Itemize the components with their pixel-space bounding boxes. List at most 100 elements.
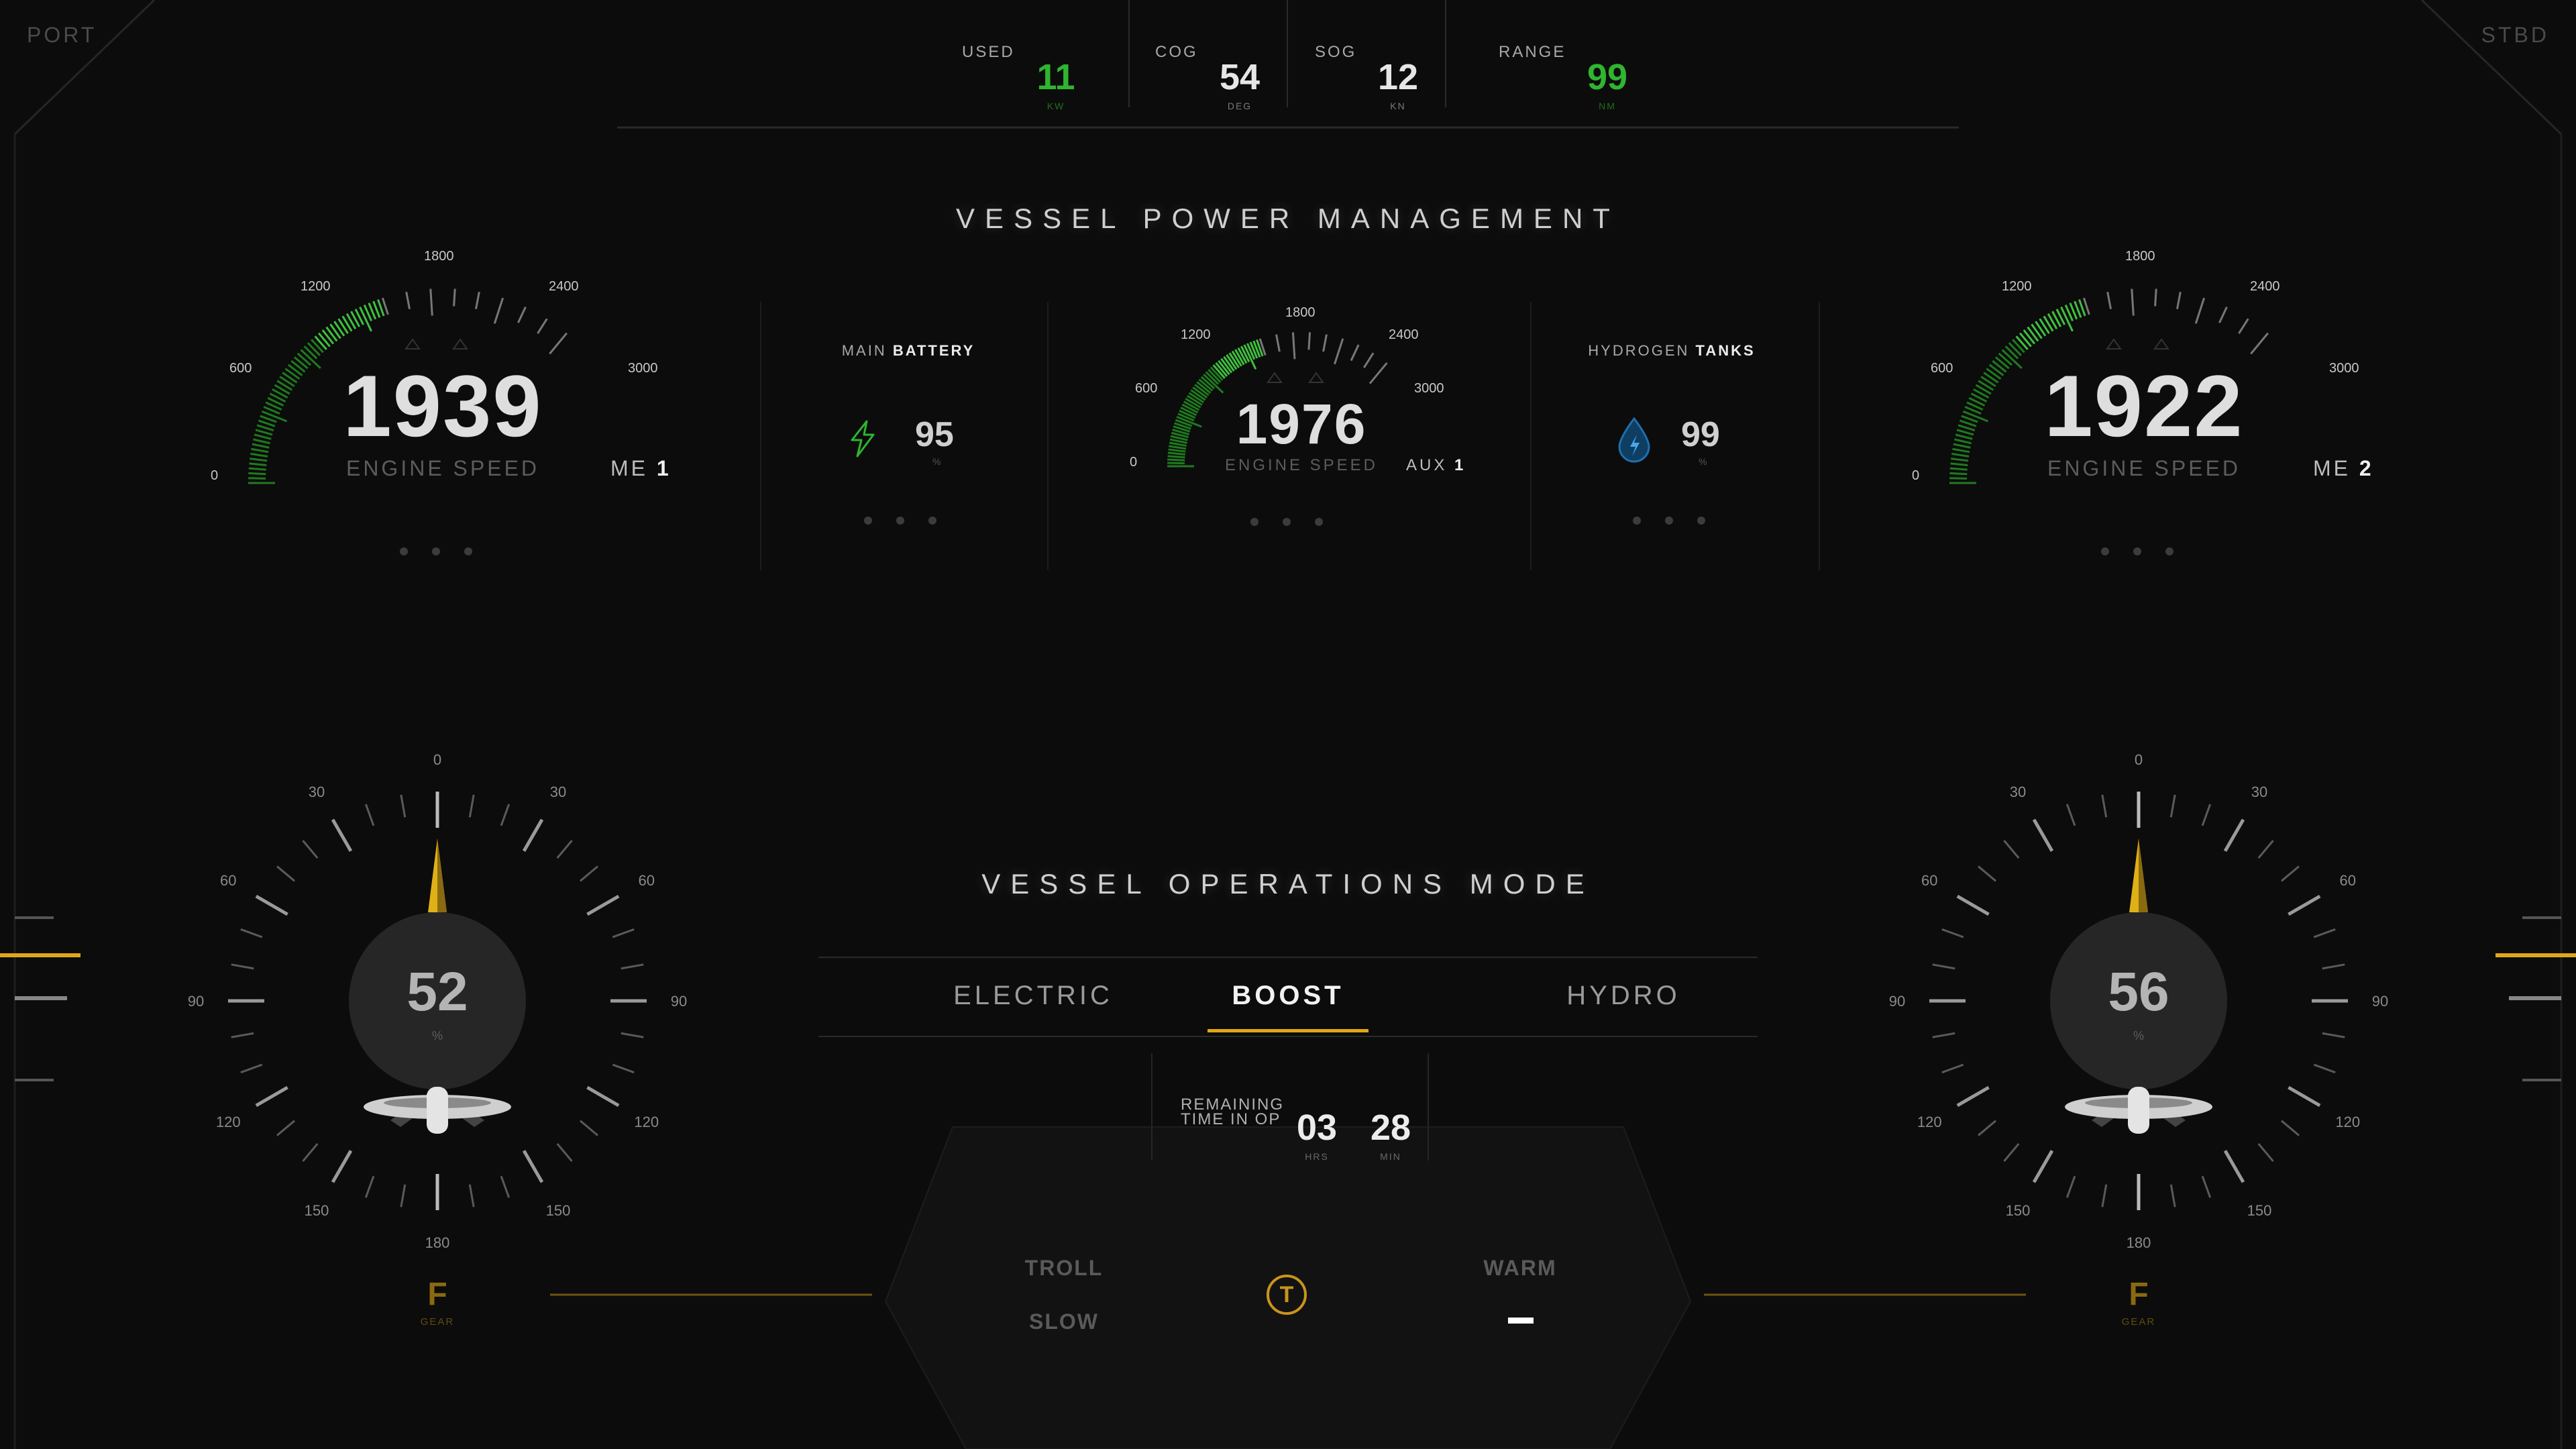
gauge-tick-label: 0: [1130, 455, 1137, 470]
port-thruster-dial: 0 30 60 90 120 150 180 150 120 90 60 30 52 % F GEAR: [169, 751, 706, 1342]
page-dot[interactable]: [896, 517, 904, 525]
dial-label: 120: [2335, 1114, 2360, 1130]
page-dot[interactable]: [464, 547, 472, 555]
dial-label: 150: [2006, 1202, 2031, 1219]
gauge-tick-label: 0: [1912, 468, 1919, 483]
gauge-tick: [1334, 338, 1344, 365]
gauge-tick: [325, 326, 338, 342]
dial-tick: [364, 804, 375, 826]
slow-button[interactable]: SLOW: [997, 1309, 1131, 1334]
tab-boost[interactable]: BOOST: [1154, 981, 1422, 1011]
page-dot[interactable]: [1633, 517, 1641, 525]
dial-tick: [1978, 1120, 1997, 1136]
warm-button[interactable]: WARM: [1453, 1256, 1587, 1281]
gauge-tick: [2131, 288, 2135, 316]
battery-unit: %: [932, 456, 941, 467]
engine-tag: AUX 1: [1406, 456, 1466, 474]
page-dot[interactable]: [1697, 517, 1705, 525]
stat-label-sog: SOG: [1315, 43, 1357, 61]
dial-label: 30: [550, 784, 566, 800]
page-dot[interactable]: [1315, 518, 1323, 526]
gear-label: GEAR: [420, 1316, 455, 1328]
dial-label: 90: [1889, 993, 1905, 1010]
gauge-tick: [1950, 462, 1968, 466]
page-dot[interactable]: [864, 517, 872, 525]
gauge-tick-label: 1200: [2002, 279, 2032, 294]
tab-electric[interactable]: ELECTRIC: [899, 981, 1167, 1011]
page-dot[interactable]: [1250, 518, 1258, 526]
dial-tick: [1932, 963, 1955, 970]
gauge-tick: [405, 291, 411, 309]
page-dot[interactable]: [400, 547, 408, 555]
gear-indicator[interactable]: F: [2112, 1276, 2165, 1313]
active-tab-indicator: [1208, 1029, 1368, 1032]
dial-tick: [2065, 1175, 2076, 1198]
gauge-tick: [314, 335, 327, 350]
dial-tick: [400, 1184, 407, 1208]
dial-tick: [255, 894, 288, 916]
dial-tick: [612, 928, 635, 938]
stat-value-range: 99: [1587, 57, 1628, 97]
dial-tick: [2032, 1150, 2054, 1183]
propeller-icon: [364, 1087, 511, 1134]
thrust-value: 56: [2108, 961, 2169, 1022]
port-label: PORT: [27, 23, 97, 47]
page-dot[interactable]: [1283, 518, 1291, 526]
gauge-tick: [2012, 339, 2025, 354]
gauge-tick: [1994, 356, 2010, 370]
dial-tick: [364, 1175, 375, 1198]
gauge-tick: [1951, 452, 1970, 458]
gauge-tick: [1368, 362, 1388, 384]
gear-indicator[interactable]: F: [411, 1276, 464, 1313]
stat-label-used: USED: [962, 43, 1015, 61]
stat-label-cog: COG: [1155, 43, 1198, 61]
page-dot[interactable]: [1665, 517, 1673, 525]
gauge-tick-label: 1200: [301, 279, 331, 294]
dial-tick: [556, 840, 573, 859]
dial-tick: [2313, 928, 2336, 938]
hydrogen-tanks-panel: HYDROGEN TANKS 99 %: [1551, 335, 1792, 537]
gauge-tick-label: 3000: [628, 361, 658, 376]
tab-hydro[interactable]: HYDRO: [1489, 981, 1758, 1011]
gauge-tick: [2015, 335, 2029, 350]
dial-label: 120: [216, 1114, 241, 1130]
gauge-tick: [2027, 326, 2039, 342]
stat-divider: [1287, 0, 1288, 107]
dial-tick: [500, 804, 511, 826]
gauge-tick: [2019, 332, 2032, 347]
page-dot[interactable]: [2133, 547, 2141, 555]
gauge-tick: [321, 329, 335, 345]
dial-tick: [621, 963, 644, 970]
dial-tick: [276, 1120, 296, 1136]
dial-tick: [586, 894, 620, 916]
dial-tick: [522, 818, 544, 852]
dial-tick: [1941, 1063, 1964, 1074]
remaining-time-label: REMAINING TIME IN OP: [1181, 1095, 1285, 1128]
power-management-title: VESSEL POWER MANAGEMENT: [956, 203, 1620, 234]
gauge-tick: [1956, 429, 1974, 436]
gauge-tick: [453, 288, 456, 307]
troll-button[interactable]: TROLL: [997, 1256, 1131, 1281]
page-dot[interactable]: [432, 547, 440, 555]
dial-tick: [2280, 865, 2300, 882]
gauge-tick-label: 2400: [549, 279, 579, 294]
gauge-tick: [317, 332, 331, 347]
dial-tick: [2257, 1142, 2274, 1162]
page-dot[interactable]: [928, 517, 936, 525]
engine-tag: ME 2: [2313, 456, 2374, 480]
hydrogen-value: 99: [1681, 415, 1720, 454]
stat-unit-sog: KN: [1390, 101, 1406, 111]
page-dot[interactable]: [2165, 547, 2174, 555]
dial-label: 90: [2372, 993, 2388, 1010]
page-dot[interactable]: [2101, 547, 2109, 555]
gauge-tick: [256, 424, 274, 432]
dial-tick: [302, 840, 319, 859]
gauge-tick: [2176, 291, 2182, 309]
troll-toggle-button[interactable]: T: [1267, 1275, 1307, 1315]
dial-label: 180: [425, 1234, 450, 1251]
gauge-tick: [311, 339, 324, 354]
dial-tick: [240, 928, 263, 938]
hours-unit: HRS: [1305, 1151, 1329, 1162]
gauge-tick: [2238, 318, 2249, 334]
gauge-tick: [537, 318, 548, 334]
